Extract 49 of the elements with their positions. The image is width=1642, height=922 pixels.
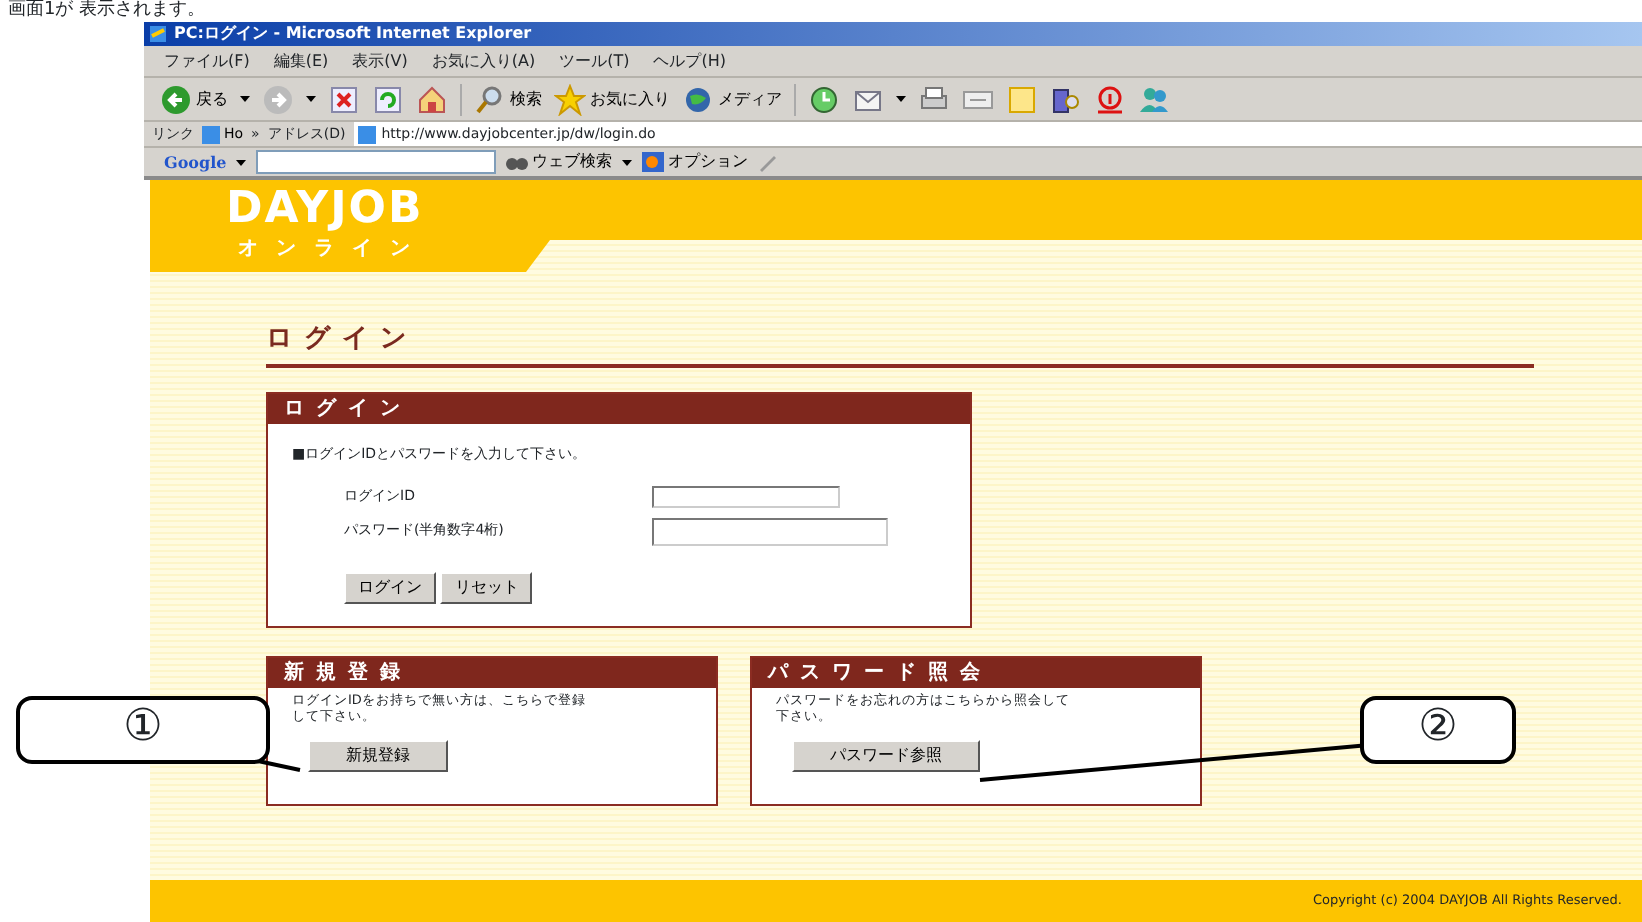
page-heading: ログイン bbox=[266, 320, 1534, 367]
panel-button[interactable]: パスワード参照 bbox=[792, 739, 980, 771]
logo-text: DAYJOB bbox=[226, 188, 424, 232]
printer-icon[interactable] bbox=[918, 83, 950, 115]
page-icon bbox=[202, 125, 220, 143]
toolbar-button[interactable]: お気に入り bbox=[554, 83, 670, 115]
toolbar-button[interactable]: 検索 bbox=[474, 83, 542, 115]
browser-icon bbox=[148, 24, 168, 44]
home-icon[interactable] bbox=[416, 83, 448, 115]
options-button[interactable]: オプション bbox=[642, 150, 749, 174]
caret-icon[interactable] bbox=[236, 159, 247, 165]
input-field[interactable] bbox=[652, 486, 840, 508]
web-search-button[interactable]: ウェブ検索 bbox=[506, 150, 613, 174]
toolbar-button[interactable]: メディア bbox=[682, 83, 782, 115]
callout-label: ① bbox=[16, 696, 270, 764]
page-icon bbox=[357, 125, 376, 143]
menu-item[interactable]: ツール(T) bbox=[559, 49, 630, 73]
star-icon bbox=[554, 83, 586, 115]
menu-item[interactable]: 編集(E) bbox=[273, 49, 329, 73]
google-logo[interactable]: Google bbox=[164, 150, 227, 174]
menu-item[interactable]: 表示(V) bbox=[352, 49, 408, 73]
caret-icon[interactable] bbox=[622, 159, 633, 165]
logo-subtitle: オンライン bbox=[238, 236, 428, 264]
panel-title: パスワード照会 bbox=[752, 657, 1200, 687]
toolbar-button[interactable]: 戻る bbox=[160, 83, 228, 115]
refresh-icon[interactable] bbox=[372, 83, 404, 115]
caret-icon[interactable] bbox=[240, 96, 250, 102]
panel-title: 新規登録 bbox=[268, 657, 716, 687]
binoculars-icon bbox=[506, 152, 529, 172]
form-button[interactable]: リセット bbox=[440, 572, 533, 604]
menu-item[interactable]: ヘルプ(H) bbox=[653, 49, 726, 73]
panel-title: ログイン bbox=[268, 393, 970, 423]
menu-item[interactable]: ファイル(F) bbox=[164, 49, 250, 73]
picture-icon bbox=[642, 152, 665, 172]
window-title: PC:ログイン - Microsoft Internet Explorer bbox=[174, 22, 532, 46]
search-field[interactable] bbox=[256, 150, 497, 174]
callout-label: ② bbox=[1360, 696, 1516, 764]
caret-icon[interactable] bbox=[896, 96, 906, 102]
book-magnifier-icon[interactable] bbox=[1050, 83, 1082, 115]
history-icon[interactable] bbox=[808, 83, 840, 115]
info-icon[interactable] bbox=[1094, 83, 1126, 115]
globe-icon bbox=[682, 83, 714, 115]
search-icon bbox=[474, 83, 506, 115]
menu-item[interactable]: お気に入り(A) bbox=[431, 49, 536, 73]
panel-button[interactable]: 新規登録 bbox=[308, 739, 448, 771]
stop-icon[interactable] bbox=[328, 83, 360, 115]
form-button[interactable]: ログイン bbox=[344, 572, 436, 604]
input-field[interactable] bbox=[652, 517, 888, 545]
caret-icon[interactable] bbox=[306, 96, 316, 102]
